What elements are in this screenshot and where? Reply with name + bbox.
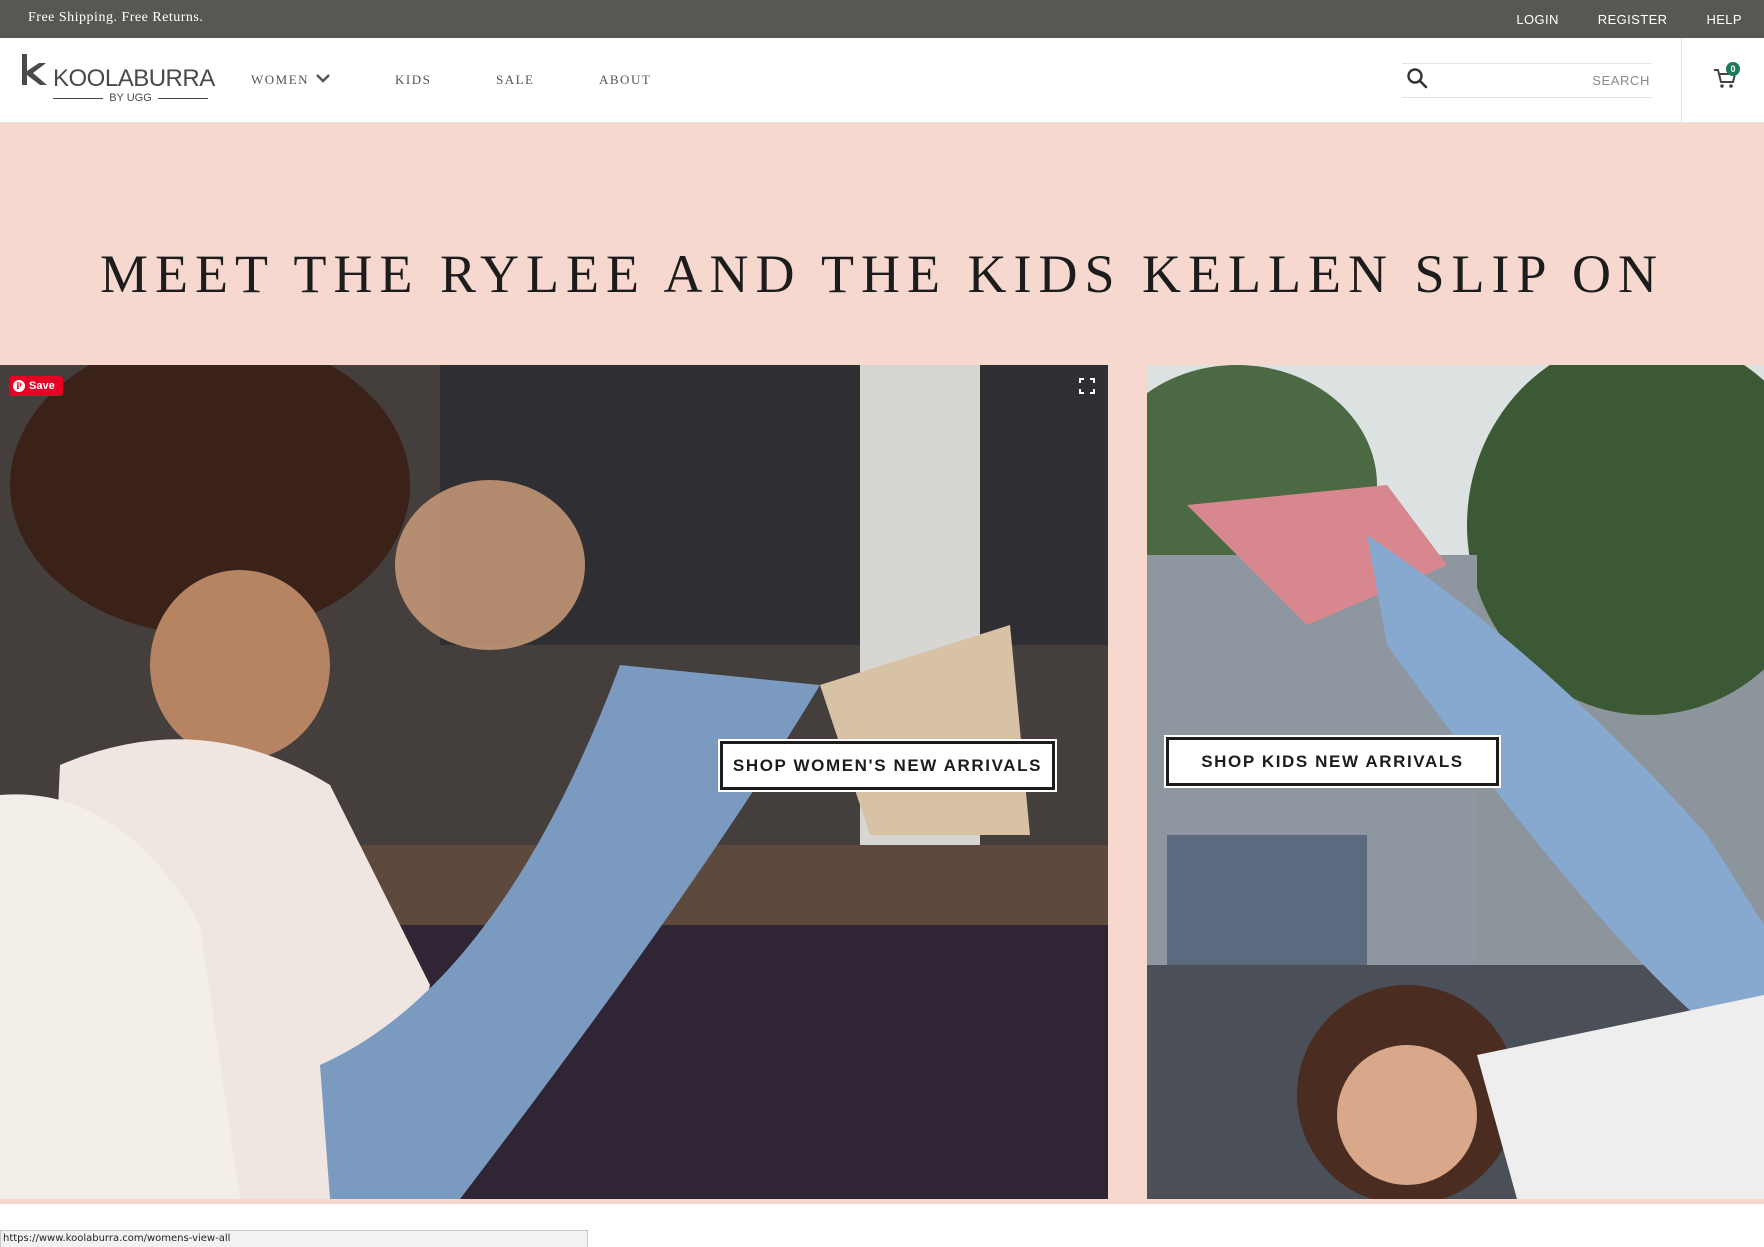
header-divider <box>1681 38 1682 123</box>
register-link[interactable]: REGISTER <box>1598 12 1668 27</box>
promo-bar: Free Shipping. Free Returns. LOGIN REGIS… <box>0 0 1764 38</box>
hero-headline: MEET THE RYLEE AND THE KIDS KELLEN SLIP … <box>100 244 1664 304</box>
cart-icon <box>1713 69 1737 94</box>
search-input[interactable] <box>1428 65 1652 96</box>
chevron-down-icon <box>316 71 330 87</box>
site-header: KOOLABURRA BY UGG WOMEN KIDS SALE ABOUT … <box>0 38 1764 123</box>
pinterest-save-label: Save <box>29 380 55 392</box>
help-link[interactable]: HELP <box>1706 12 1742 27</box>
expand-icon[interactable] <box>1078 377 1096 395</box>
link-status-bar: https://www.koolaburra.com/womens-view-a… <box>0 1230 588 1247</box>
brand-byline-text: BY UGG <box>109 92 152 104</box>
account-links: LOGIN REGISTER HELP <box>1516 12 1742 27</box>
nav-women[interactable]: WOMEN <box>251 72 395 88</box>
nav-kids[interactable]: KIDS <box>395 72 496 88</box>
search-bar <box>1402 63 1652 98</box>
cart-button[interactable]: 0 <box>1713 62 1741 94</box>
koolaburra-k-logo-icon <box>19 53 49 92</box>
nav-about[interactable]: ABOUT <box>599 72 651 88</box>
pinterest-icon: P <box>13 380 25 392</box>
search-icon[interactable] <box>1406 67 1428 94</box>
brand-name: KOOLABURRA <box>53 65 215 92</box>
brand-logo[interactable]: KOOLABURRA BY UGG <box>19 51 215 107</box>
nav-women-label: WOMEN <box>251 72 310 87</box>
shop-kids-new-arrivals-button[interactable]: SHOP KIDS NEW ARRIVALS <box>1164 735 1501 788</box>
login-link[interactable]: LOGIN <box>1516 12 1558 27</box>
hero-section: MEET THE RYLEE AND THE KIDS KELLEN SLIP … <box>0 123 1764 1204</box>
shop-women-new-arrivals-button[interactable]: SHOP WOMEN'S NEW ARRIVALS <box>718 739 1057 792</box>
nav-sale[interactable]: SALE <box>496 72 599 88</box>
cart-count-badge: 0 <box>1726 62 1740 76</box>
main-nav: WOMEN KIDS SALE ABOUT <box>251 72 651 88</box>
promo-text: Free Shipping. Free Returns. <box>28 10 204 25</box>
pinterest-save-button[interactable]: P Save <box>9 376 63 396</box>
brand-byline: BY UGG <box>53 92 208 104</box>
